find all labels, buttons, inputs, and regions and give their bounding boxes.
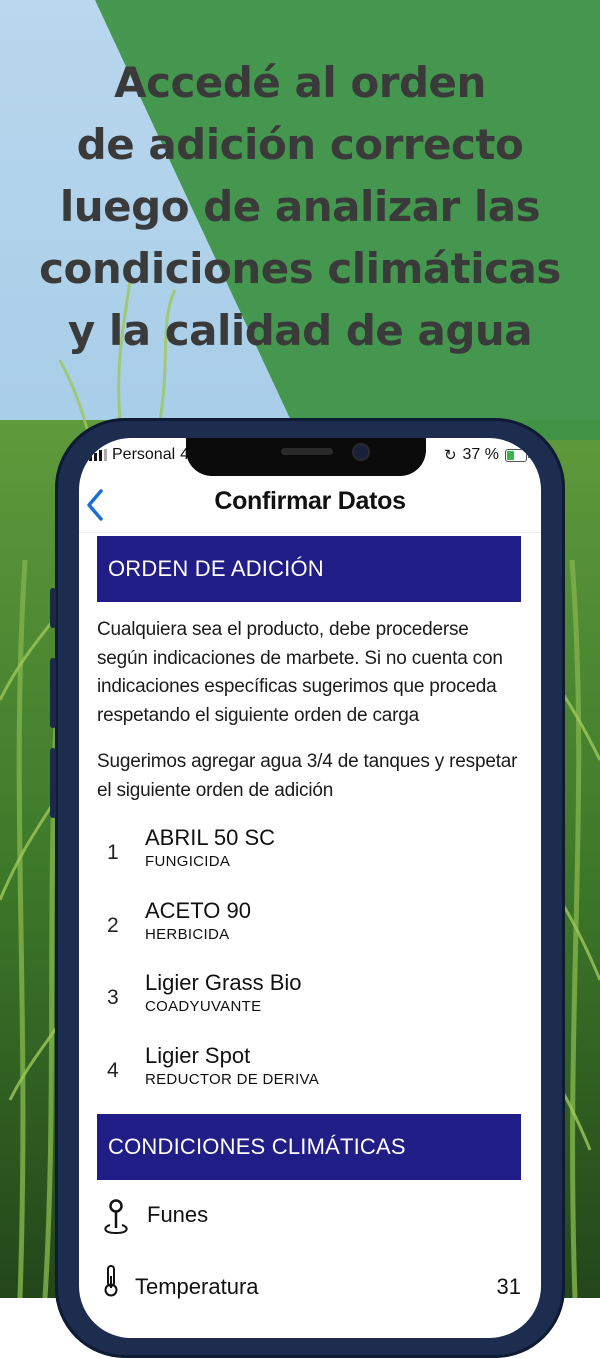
product-name: Ligier Spot: [145, 1042, 251, 1068]
item-number: 4: [107, 1058, 119, 1082]
product-name: ACETO 90: [145, 897, 251, 923]
section-header-orden: ORDEN DE ADICIÓN: [97, 536, 521, 602]
headline-line-5: y la calidad de agua: [67, 306, 533, 355]
section-header-clima: CONDICIONES CLIMÁTICAS: [97, 1114, 521, 1180]
product-name: Ligier Grass Bio: [145, 970, 302, 995]
front-camera: [354, 445, 368, 459]
status-indicators: ↻ 37 %: [443, 446, 530, 464]
headline-line-2: de adición correcto: [76, 120, 524, 169]
list-item: 4 Ligier Spot REDUCTOR DE DERIVA: [97, 1039, 521, 1112]
headline-line-3: luego de analizar las: [59, 182, 541, 231]
item-number: 3: [107, 986, 119, 1009]
orden-intro-text: Cualquiera sea el producto, debe procede…: [97, 619, 503, 726]
headline-line-1: Accedé al orden: [114, 58, 486, 107]
thermometer-icon: [101, 1264, 121, 1303]
location-pin-icon: [101, 1196, 131, 1243]
addition-order-list: 1 ABRIL 50 SC FUNGICIDA 2 ACETO 90 HERBI…: [97, 821, 521, 1111]
temperature-row: Temperatura 31: [97, 1254, 521, 1316]
battery-percent: 37 %: [462, 446, 499, 463]
phone-volume-up: [50, 658, 56, 728]
item-number: 1: [107, 841, 119, 864]
page-title: Confirmar Datos: [214, 487, 406, 515]
list-item: 1 ABRIL 50 SC FUNGICIDA: [97, 821, 521, 894]
item-number: 2: [107, 913, 119, 937]
product-type: REDUCTOR DE DERIVA: [145, 1070, 320, 1088]
signal-icon: [89, 449, 107, 461]
navigation-bar: Confirmar Datos: [79, 476, 541, 533]
location-row: Funes: [97, 1192, 521, 1254]
phone-notch: [186, 438, 426, 476]
orientation-lock-icon: ↻: [443, 447, 457, 464]
product-type: COADYUVANTE: [145, 998, 262, 1015]
speaker-grille: [281, 448, 333, 455]
product-type: HERBICIDA: [145, 925, 230, 943]
phone-volume-down: [50, 748, 56, 818]
confirm-content: ORDEN DE ADICIÓN Cualquiera sea el produ…: [97, 536, 521, 1316]
phone-screen: Personal 4 ↻ 37 % Confirmar Datos ORDEN …: [79, 438, 541, 1338]
product-type: FUNGICIDA: [145, 853, 231, 870]
location-name: Funes: [147, 1202, 209, 1227]
promo-headline: Accedé al orden de adición correcto lueg…: [0, 52, 600, 362]
list-item: 3 Ligier Grass Bio COADYUVANTE: [97, 966, 521, 1039]
temperature-value: 31: [496, 1274, 521, 1299]
phone-mute-switch: [50, 588, 56, 628]
list-item: 2 ACETO 90 HERBICIDA: [97, 894, 521, 967]
carrier-name: Personal: [112, 446, 176, 463]
orden-suggestion-text: Sugerimos agregar agua 3/4 de tanques y …: [97, 751, 518, 801]
product-name: ABRIL 50 SC: [145, 825, 276, 850]
battery-icon: [505, 448, 530, 462]
status-carrier: Personal 4: [89, 446, 189, 464]
headline-line-4: condiciones climáticas: [39, 244, 561, 293]
temperature-label: Temperatura: [135, 1274, 259, 1299]
